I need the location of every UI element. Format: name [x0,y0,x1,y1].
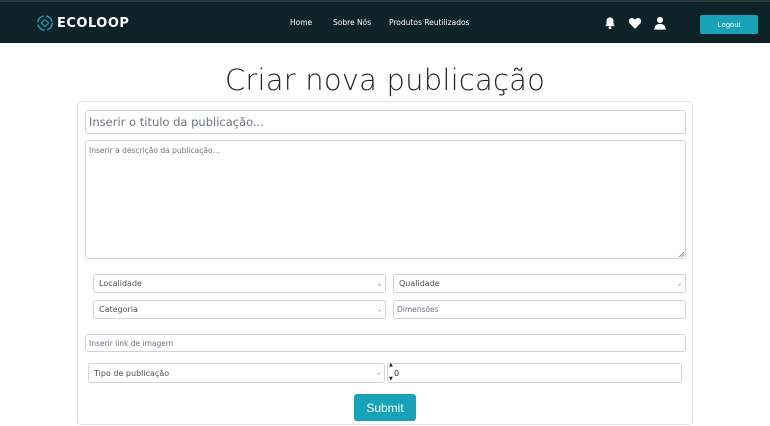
localidade-select-value: Localidade [99,279,142,288]
number-input-value: 0 [394,368,400,378]
bell-icon[interactable] [603,16,617,30]
logout-button[interactable]: Logout [700,15,758,34]
title-input[interactable]: Inserir o titulo da publicação... [85,110,686,134]
recycle-globe-icon [37,15,53,31]
nav-link-home[interactable]: Home [290,18,312,27]
tipo-publicacao-select[interactable]: Tipo de publicação ⌄ [88,363,385,383]
localidade-select[interactable]: Localidade ⌄ [93,274,386,293]
description-placeholder: Inserir a descrição da publicação... [89,146,220,155]
user-icon[interactable] [653,16,667,30]
tipo-publicacao-select-value: Tipo de publicação [94,368,170,378]
image-link-input[interactable]: Inserir link de imagem [85,334,686,352]
dimensoes-input[interactable]: Dimensões [393,300,686,319]
page-title: Criar nova publicação [224,63,546,97]
nav-link-produtos-reutilizados[interactable]: Produtos Reutilizados [389,18,469,27]
spinner-down-icon[interactable]: ▼ [389,377,393,382]
image-link-placeholder: Inserir link de imagem [89,338,174,348]
resize-handle-icon[interactable] [678,251,684,257]
submit-button[interactable]: Submit [354,394,416,421]
dimensoes-placeholder: Dimensões [397,305,439,314]
title-input-placeholder: Inserir o titulo da publicação... [89,115,264,129]
number-input[interactable]: 0 [387,363,682,383]
qualidade-select-value: Qualidade [399,279,440,288]
description-textarea[interactable]: Inserir a descrição da publicação... [85,140,686,259]
categoria-select-value: Categoria [99,305,138,314]
navbar: ECOLOOP Home Sobre Nós Produtos Reutiliz… [0,0,770,43]
chevron-down-icon: ⌄ [676,280,682,287]
qualidade-select[interactable]: Qualidade ⌄ [393,274,686,293]
heart-icon[interactable] [628,16,642,30]
chevron-down-icon: ⌄ [376,280,382,287]
chevron-down-icon: ⌄ [376,306,382,313]
spinner-up-icon[interactable]: ▲ [389,363,393,368]
brand-logo[interactable]: ECOLOOP [36,13,129,33]
categoria-select[interactable]: Categoria ⌄ [93,300,386,319]
brand-name: ECOLOOP [57,15,130,31]
chevron-down-icon: ⌄ [375,369,381,377]
nav-link-sobre-nos[interactable]: Sobre Nós [333,18,371,27]
